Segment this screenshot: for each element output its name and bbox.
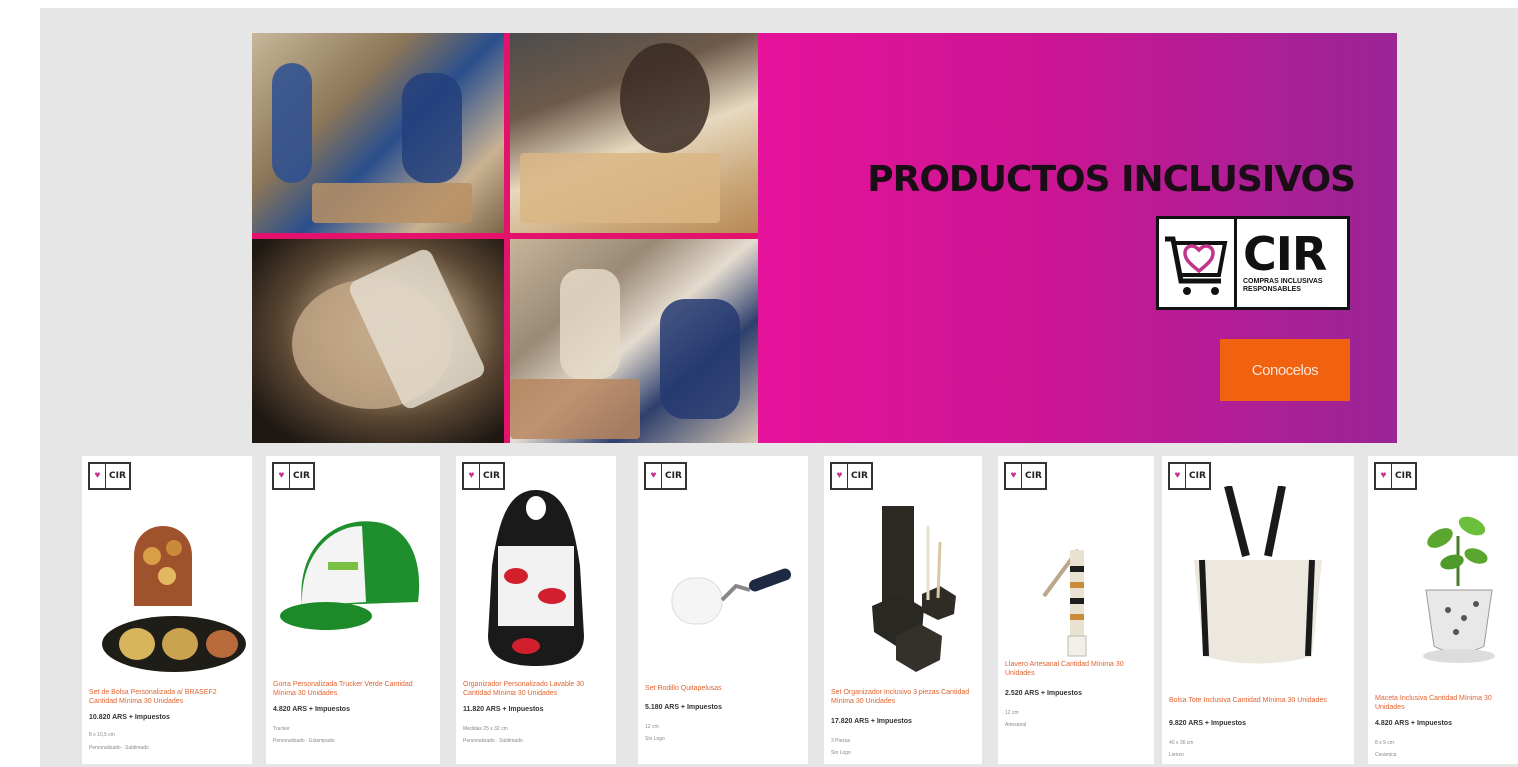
product-price: 17.820 ARS + Impuestos xyxy=(831,718,912,725)
heart-icon: ♥ xyxy=(274,464,290,488)
product-image[interactable] xyxy=(1162,485,1354,686)
product-meta: Cerámica xyxy=(1375,752,1397,758)
product-meta: Artesanal xyxy=(1005,722,1027,728)
product-meta: Lienzo xyxy=(1169,752,1184,758)
product-card[interactable]: ♥ CIR Organizador Personalizado Lavable 3… xyxy=(456,456,616,764)
product-price: 10.820 ARS + Impuestos xyxy=(89,714,170,721)
product-name[interactable]: Organizador Personalizado Lavable 30 Can… xyxy=(463,680,610,698)
promo-panel: PRODUCTOS INCLUSIVOS CIR COMPRAS INCLUSI… xyxy=(758,33,1397,443)
product-meta: Personalizado · Sublimado xyxy=(463,738,523,744)
product-name[interactable]: Maceta Inclusiva Cantidad Mínima 30 Unid… xyxy=(1375,694,1512,712)
product-meta: 12 cm xyxy=(1005,710,1019,716)
product-meta: Sin Logo xyxy=(831,750,851,756)
product-meta: 12 cm xyxy=(645,724,659,730)
product-meta: Sin Logo xyxy=(645,736,665,742)
hero-banner[interactable]: PRODUCTOS INCLUSIVOS CIR COMPRAS INCLUSI… xyxy=(252,33,1397,443)
promo-title: PRODUCTOS INCLUSIVOS xyxy=(867,159,1356,200)
product-price: 9.820 ARS + Impuestos xyxy=(1169,720,1246,727)
product-card[interactable]: ♥ CIR Llavero Artesanal Cantidad Mínima 3… xyxy=(998,456,1154,764)
product-image[interactable] xyxy=(1368,486,1518,686)
product-name[interactable]: Gorra Personalizada Trucker Verde Cantid… xyxy=(273,680,434,698)
product-card[interactable]: ♥ CIR Maceta Inclusiva Cantidad Mínima 30… xyxy=(1368,456,1518,764)
product-name[interactable]: Set de Bolsa Personalizada a/ BRASEF2 Ca… xyxy=(89,688,246,706)
product-card[interactable]: ♥ CIR Set Rodillo Quitapelusas 5.180 ARS … xyxy=(638,456,808,764)
logo-text: CIR xyxy=(1243,227,1327,281)
product-meta: 40 x 36 cm xyxy=(1169,740,1194,746)
product-image[interactable] xyxy=(82,486,252,686)
photo-collage xyxy=(252,33,758,443)
page-background: PRODUCTOS INCLUSIVOS CIR COMPRAS INCLUSI… xyxy=(40,8,1518,767)
heart-icon: ♥ xyxy=(1376,464,1392,488)
product-price: 4.820 ARS + Impuestos xyxy=(273,706,350,713)
heart-icon: ♥ xyxy=(90,464,106,488)
logo-subtitle: COMPRAS INCLUSIVAS RESPONSABLES xyxy=(1243,278,1323,293)
product-meta: Trucker xyxy=(273,726,290,732)
product-price: 4.820 ARS + Impuestos xyxy=(1375,720,1452,727)
product-meta: Personalizado · Estampado xyxy=(273,738,335,744)
product-price: 11.820 ARS + Impuestos xyxy=(463,706,544,713)
product-price: 2.520 ARS + Impuestos xyxy=(1005,690,1082,697)
workshop-photo-1 xyxy=(252,33,504,233)
workshop-photo-3 xyxy=(252,239,504,443)
product-name[interactable]: Set Organizador Inclusivo 3 piezas Canti… xyxy=(831,688,976,706)
product-name[interactable]: Llavero Artesanal Cantidad Mínima 30 Uni… xyxy=(1005,660,1148,678)
product-name[interactable]: Set Rodillo Quitapelusas xyxy=(645,684,802,693)
workshop-photo-2 xyxy=(510,33,758,233)
product-meta: 8 x 10,5 cm xyxy=(89,732,115,738)
heart-icon: ♥ xyxy=(464,464,480,488)
product-meta: 8 x 9 cm xyxy=(1375,740,1394,746)
product-price: 5.180 ARS + Impuestos xyxy=(645,704,722,711)
product-image[interactable] xyxy=(998,486,1154,686)
product-image[interactable] xyxy=(638,486,808,686)
product-card[interactable]: ♥ CIR Set Organizador Inclusivo 3 piezas … xyxy=(824,456,982,764)
product-card[interactable]: ♥ CIR Set de Bolsa Personalizada a/ BRASE… xyxy=(82,456,252,764)
product-image[interactable] xyxy=(824,486,982,686)
product-image[interactable] xyxy=(456,486,616,686)
product-name[interactable]: Bolsa Tote Inclusiva Cantidad Mínima 30 … xyxy=(1169,696,1348,705)
heart-icon: ♥ xyxy=(1170,464,1186,488)
conocelos-button[interactable]: Conocelos xyxy=(1220,339,1350,401)
cir-logo-wordmark: CIR COMPRAS INCLUSIVAS RESPONSABLES xyxy=(1237,219,1347,307)
product-card[interactable]: ♥ CIR Gorra Personalizada Trucker Verde C… xyxy=(266,456,440,764)
product-image[interactable] xyxy=(266,486,440,686)
product-meta: 3 Piezas xyxy=(831,738,851,744)
heart-icon: ♥ xyxy=(1006,464,1022,488)
product-card[interactable]: ♥ CIR Bolsa Tote Inclusiva Cantidad Mínim… xyxy=(1162,456,1354,764)
cir-logo: CIR COMPRAS INCLUSIVAS RESPONSABLES xyxy=(1156,216,1350,310)
cart-heart-icon xyxy=(1159,219,1237,307)
product-meta: Medidas 25 x 32 cm xyxy=(463,726,508,732)
heart-icon: ♥ xyxy=(832,464,848,488)
product-meta: Personalizado · Sublimado xyxy=(89,745,149,751)
workshop-photo-4 xyxy=(510,239,758,443)
heart-icon: ♥ xyxy=(646,464,662,488)
